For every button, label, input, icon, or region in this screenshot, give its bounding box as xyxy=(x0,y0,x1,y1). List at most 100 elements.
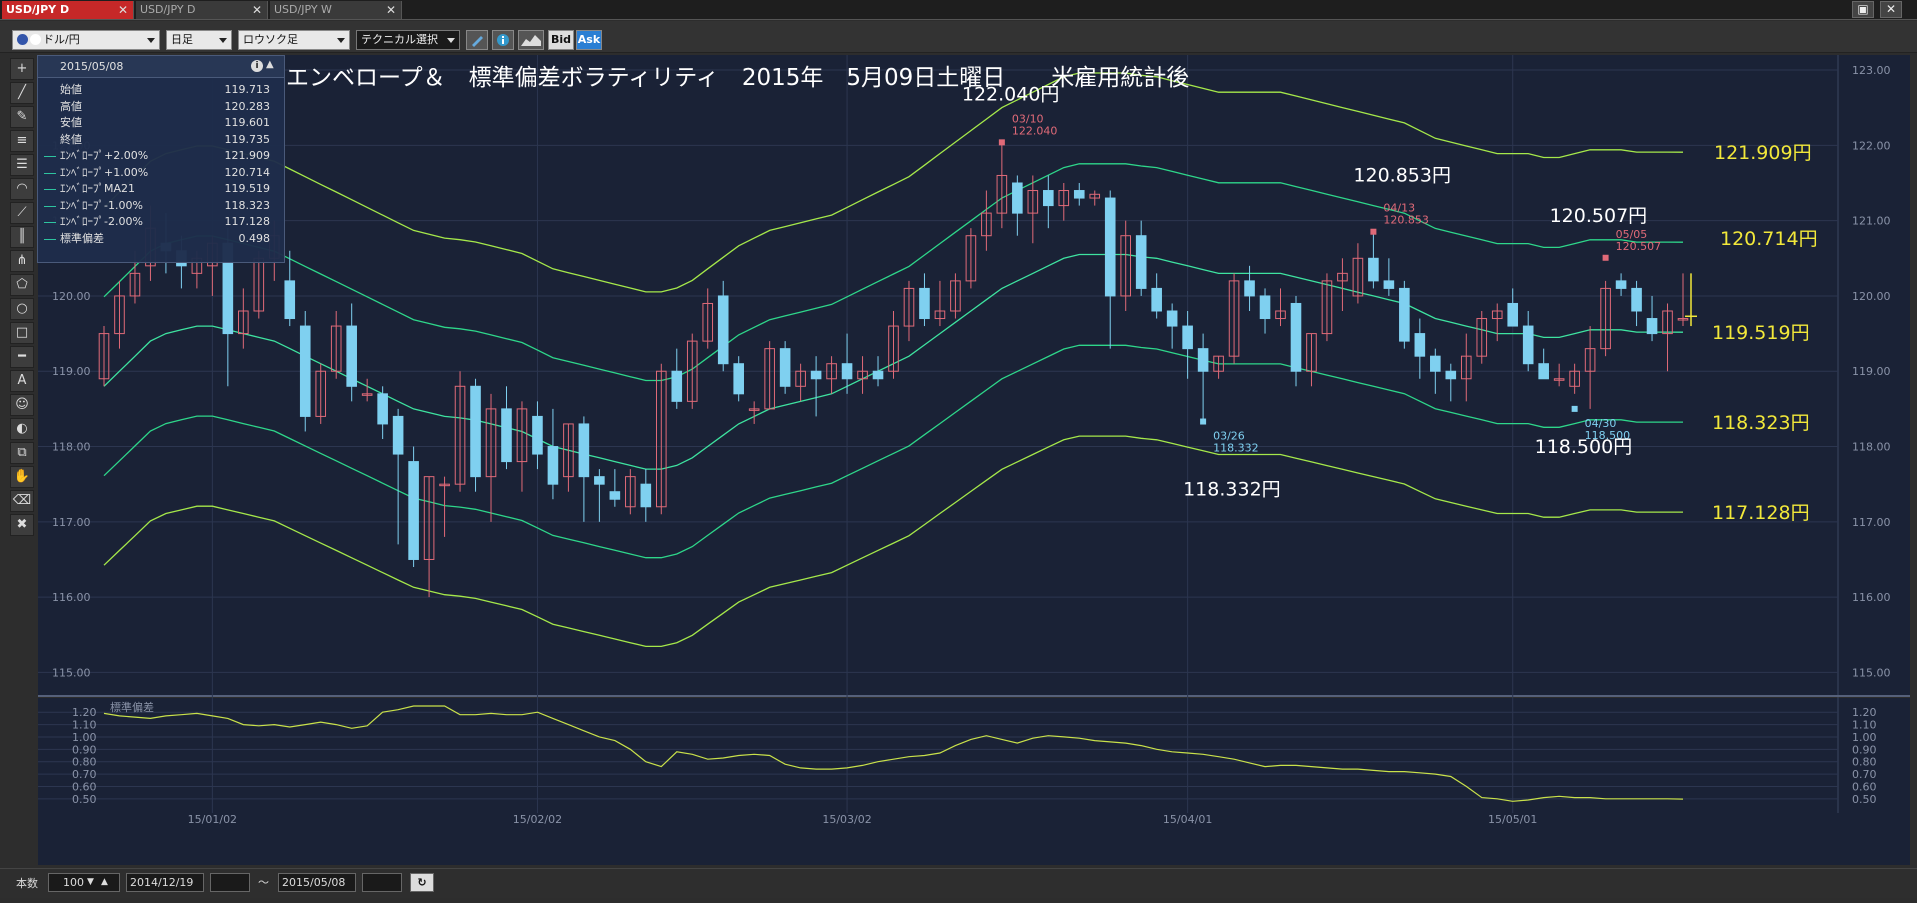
eraser-all-icon[interactable]: ✖ xyxy=(10,514,34,536)
circle-icon[interactable]: ○ xyxy=(10,298,34,320)
period-select[interactable]: 日足 xyxy=(166,30,232,50)
emoji-icon[interactable]: ☺ xyxy=(10,394,34,416)
stddev-tick-label-left: 0.70 xyxy=(72,768,97,781)
info-row-label: ｴﾝﾍﾞﾛｰﾌﾟ-1.00% xyxy=(60,198,143,212)
info-row-label: ｴﾝﾍﾞﾛｰﾌﾟMA21 xyxy=(60,182,136,195)
ruler-icon[interactable]: ✎ xyxy=(10,106,34,128)
price-tick-label: 120.00 xyxy=(1852,290,1891,303)
collapse-icon[interactable]: ▲ xyxy=(266,59,274,70)
price-tick-label-left: 119.00 xyxy=(52,365,91,378)
drawing-tools: + ╱ ✎ ≡ ☰ ◠ ⟋ ║ ⋔ ⬠ ○ □ ━ A ☺ ◐ ⧉ ✋ ⌫ ✖ xyxy=(10,58,36,558)
info-row-value: 119.713 xyxy=(224,83,271,96)
count-label: 本数 xyxy=(16,877,38,890)
candle-body xyxy=(1135,235,1147,289)
stddev-tick-label-left: 0.50 xyxy=(72,793,97,806)
candle-body xyxy=(919,287,930,320)
chart-style-select[interactable]: ロウソク足 xyxy=(238,30,350,50)
price-chart[interactable]: 115.00 115.00 116.00 116.00 117.00 117.00 118.… xyxy=(38,55,1910,865)
extreme-tag-value: 120.853 xyxy=(1383,214,1429,227)
fan-icon[interactable]: ⟋ xyxy=(10,202,34,224)
stddev-tick-label: 1.10 xyxy=(1852,719,1877,732)
info-row: 始値 119.713 xyxy=(38,82,284,99)
chevron-down-icon xyxy=(147,38,155,43)
hline-icon[interactable]: ━ xyxy=(10,346,34,368)
draw-pen-icon[interactable] xyxy=(466,30,488,50)
text-icon[interactable]: A xyxy=(10,370,34,392)
tab-bar: USD/JPY D ✕ USD/JPY D ✕ USD/JPY W ✕ ▣ ✕ xyxy=(0,0,1917,20)
pentagon-icon[interactable]: ⬠ xyxy=(10,274,34,296)
sub-panel-bg xyxy=(38,698,1910,813)
tab-close-icon[interactable]: ✕ xyxy=(118,1,128,19)
tab-close-icon[interactable]: ✕ xyxy=(386,1,396,19)
tab-usdjpy-d-2[interactable]: USD/JPY D ✕ xyxy=(136,1,268,19)
count-value: 100 xyxy=(63,876,84,889)
candle-body xyxy=(578,423,590,478)
horizontal-lines-icon[interactable]: ≡ xyxy=(10,130,34,152)
candle-body xyxy=(1166,310,1178,327)
date-axis-bg xyxy=(38,813,1910,865)
line-swatch xyxy=(44,238,56,240)
date-to-field[interactable]: 2015/05/08 xyxy=(278,873,356,892)
close-window-button[interactable]: ✕ xyxy=(1880,1,1902,18)
trendline-icon[interactable]: ╱ xyxy=(10,82,34,104)
arc-icon[interactable]: ◠ xyxy=(10,178,34,200)
candle-body xyxy=(872,370,884,380)
price-tick-label: 121.00 xyxy=(1852,215,1891,228)
tab-usdjpy-w[interactable]: USD/JPY W ✕ xyxy=(270,1,402,19)
price-tick-label: 117.00 xyxy=(1852,516,1891,529)
date-tick-label: 15/03/02 xyxy=(822,813,871,826)
chart-area[interactable]: 115.00 115.00 116.00 116.00 117.00 117.00 118.… xyxy=(38,55,1910,865)
eraser-icon[interactable]: ⌫ xyxy=(10,490,34,512)
restore-window-button[interactable]: ▣ xyxy=(1852,1,1874,18)
date-from-field[interactable]: 2014/12/19 xyxy=(126,873,204,892)
ask-button[interactable]: Ask xyxy=(576,30,602,50)
level-callout: 121.909円 xyxy=(1714,142,1812,164)
info-icon[interactable] xyxy=(492,30,514,50)
info-row: ｴﾝﾍﾞﾛｰﾌﾟ-2.00% 117.128 xyxy=(38,214,284,231)
candle-body xyxy=(1646,318,1658,335)
candle-body xyxy=(1615,280,1627,289)
tab-close-icon[interactable]: ✕ xyxy=(252,1,262,19)
tab-label: USD/JPY W xyxy=(274,3,332,16)
info-row-label: 標準偏差 xyxy=(60,231,104,245)
candle-body xyxy=(779,348,791,387)
magnet-icon[interactable]: ◐ xyxy=(10,418,34,440)
info-row: ｴﾝﾍﾞﾛｰﾌﾟ+2.00% 121.909 xyxy=(38,148,284,165)
candle-body xyxy=(1073,190,1085,199)
fibonacci-icon[interactable]: ☰ xyxy=(10,154,34,176)
candle-body xyxy=(810,370,822,380)
extreme-tag-value: 120.507 xyxy=(1616,240,1662,253)
stddev-tick-label: 0.50 xyxy=(1852,793,1877,806)
price-tick-label: 115.00 xyxy=(1852,666,1891,679)
crosshair-icon[interactable]: + xyxy=(10,58,34,80)
tab-usdjpy-d-1[interactable]: USD/JPY D ✕ xyxy=(2,1,134,19)
rectangle-icon[interactable]: □ xyxy=(10,322,34,344)
extreme-tag-value: 118.332 xyxy=(1213,442,1259,455)
hand-icon[interactable]: ✋ xyxy=(10,466,34,488)
technical-select[interactable]: テクニカル選択 xyxy=(356,30,460,50)
symbol-select[interactable]: ドル/円 xyxy=(12,30,160,50)
line-swatch xyxy=(44,205,56,207)
candle-body xyxy=(377,393,388,425)
time-from-field[interactable] xyxy=(210,873,250,892)
info-row-label: ｴﾝﾍﾞﾛｰﾌﾟ+1.00% xyxy=(60,165,149,179)
info-icon[interactable]: i xyxy=(251,60,263,72)
vertical-lines-icon[interactable]: ║ xyxy=(10,226,34,248)
time-to-field[interactable] xyxy=(362,873,402,892)
period-label: 日足 xyxy=(171,33,193,46)
extreme-callout: 120.507円 xyxy=(1550,205,1648,227)
copy-icon[interactable]: ⧉ xyxy=(10,442,34,464)
pitchfork-icon[interactable]: ⋔ xyxy=(10,250,34,272)
count-select[interactable]: 100 ▼ ▲ xyxy=(48,873,120,892)
area-chart-icon[interactable] xyxy=(518,30,544,50)
price-tick-label: 116.00 xyxy=(1852,591,1891,604)
bid-button[interactable]: Bid xyxy=(548,30,574,50)
refresh-button[interactable]: ↻ xyxy=(410,873,434,892)
info-panel-date: 2015/05/08 xyxy=(38,56,284,78)
candle-body xyxy=(640,483,652,508)
candle-body xyxy=(609,491,621,500)
info-row: 高値 120.283 xyxy=(38,99,284,116)
candle-body xyxy=(671,370,683,402)
stddev-tick-label-left: 0.80 xyxy=(72,756,97,769)
extreme-tag-value: 122.040 xyxy=(1012,124,1058,137)
